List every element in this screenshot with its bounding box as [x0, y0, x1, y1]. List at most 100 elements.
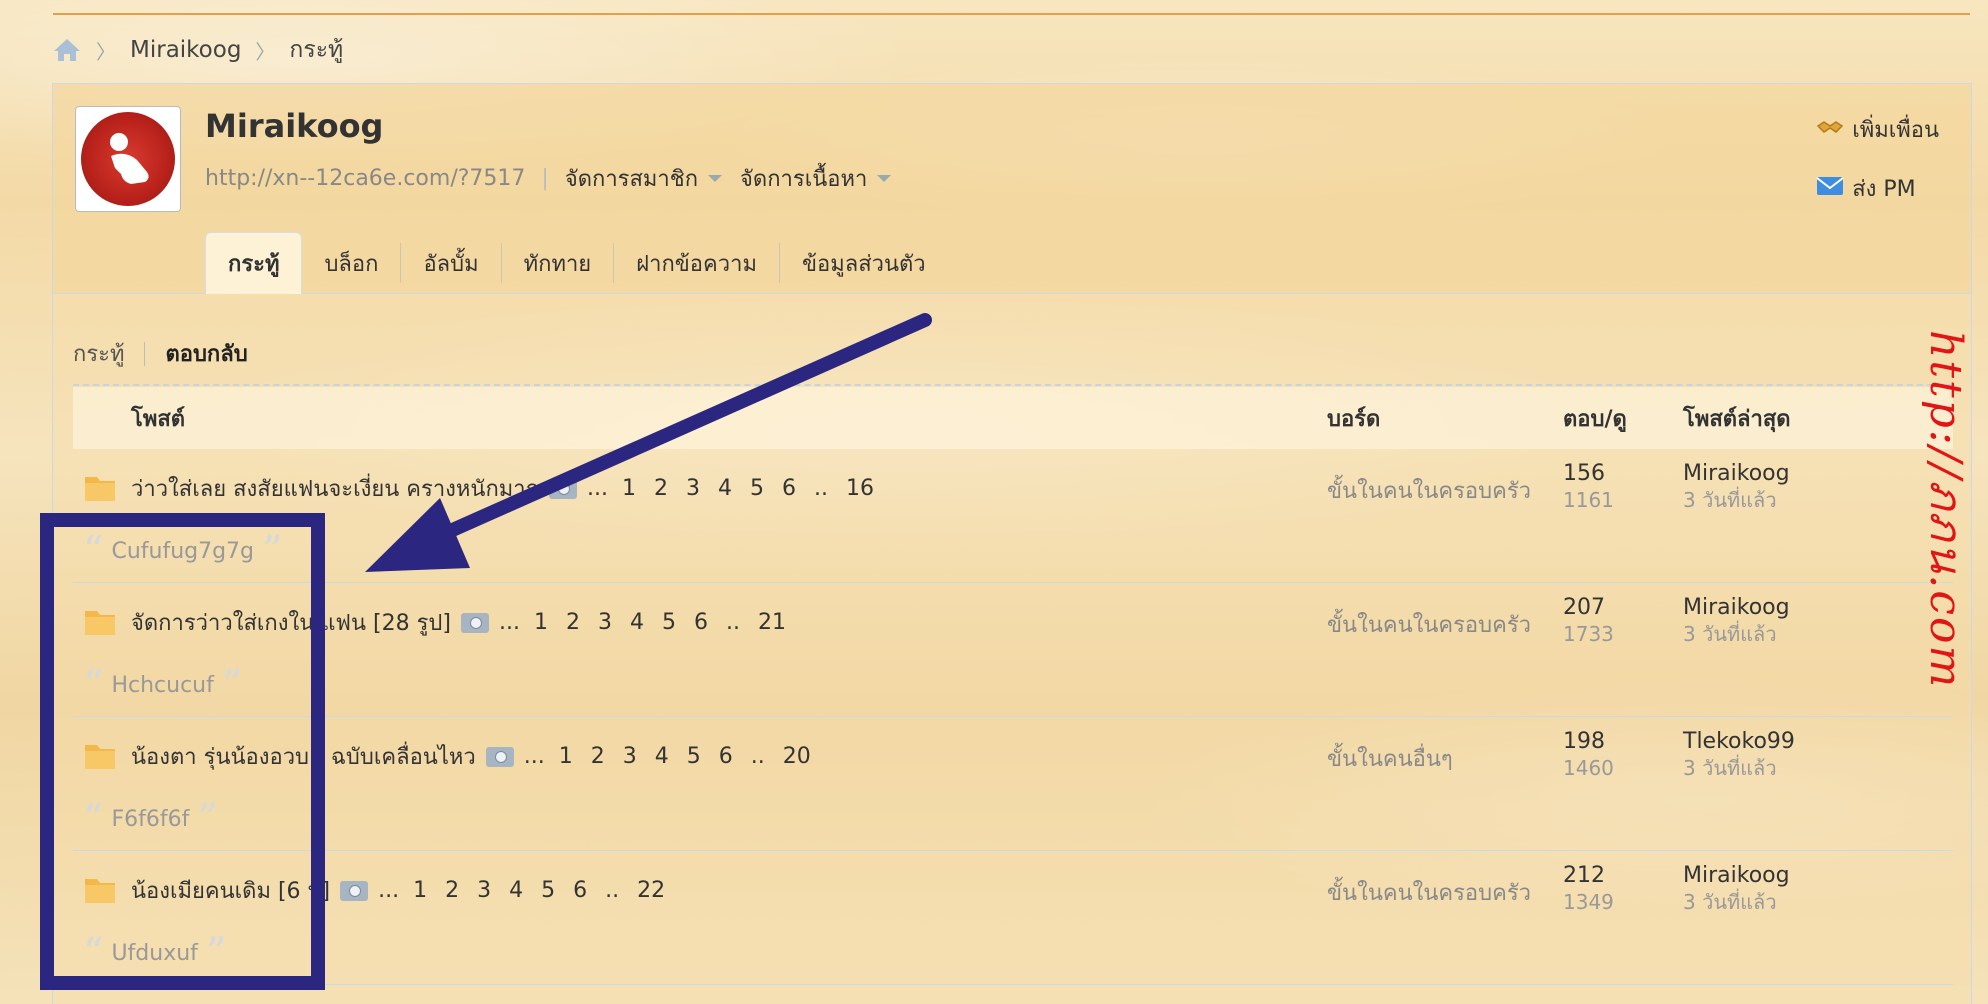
page-link[interactable]: 6 — [694, 610, 708, 635]
pagination: 1 2 3 4 5 6 .. 21 — [534, 610, 786, 635]
page-link-last[interactable]: 16 — [846, 476, 874, 501]
annotation-highlight-box — [40, 513, 325, 990]
header-board: บอร์ด — [1327, 406, 1381, 432]
page-link-last[interactable]: 20 — [783, 744, 811, 769]
reply-view-stats: 198 1460 — [1563, 729, 1614, 781]
breadcrumb-current[interactable]: กระทู้ — [289, 32, 343, 68]
page-link[interactable]: 1 — [559, 744, 573, 769]
last-post: Miraikoog 3 วันที่แล้ว — [1683, 595, 1790, 647]
folder-icon — [83, 471, 117, 503]
page-link[interactable]: 3 — [686, 476, 700, 501]
reply-count: 198 — [1563, 729, 1605, 754]
page-ellipsis: ... — [523, 744, 545, 769]
page-ellipsis: .. — [813, 476, 828, 501]
handshake-icon — [1816, 116, 1844, 144]
view-count: 1733 — [1563, 622, 1614, 646]
tab-greeting[interactable]: ทักทาย — [502, 232, 614, 294]
camera-icon — [460, 612, 489, 633]
last-post-time[interactable]: 3 วันที่แล้ว — [1683, 889, 1790, 915]
avatar[interactable] — [75, 106, 181, 212]
breadcrumb-separator-icon: 〉 — [255, 39, 276, 64]
page-link-last[interactable]: 22 — [637, 878, 665, 903]
page-ellipsis: ... — [586, 476, 608, 501]
breadcrumb-user-link[interactable]: Miraikoog — [130, 37, 241, 63]
board-link[interactable]: ขั้นในคนในครอบครัว — [1327, 473, 1531, 508]
page-link[interactable]: 2 — [445, 878, 459, 903]
add-friend-label: เพิ่มเพื่อน — [1852, 118, 1939, 143]
page-link[interactable]: 3 — [623, 744, 637, 769]
table-row: จัดการว่าวใส่เกงใน แฟน [28 รูป] ... 1 2 … — [73, 583, 1953, 717]
topic-title-link[interactable]: ว่าวใส่เลย สงสัยแฟนจะเงี่ยน ครางหนักมาก — [131, 471, 539, 506]
page-link[interactable]: 1 — [622, 476, 636, 501]
add-friend-button[interactable]: เพิ่มเพื่อน — [1816, 112, 1939, 147]
page-link[interactable]: 1 — [413, 878, 427, 903]
page-link[interactable]: 5 — [662, 610, 676, 635]
header-reply-view: ตอบ/ดู — [1563, 406, 1627, 432]
manage-member-label: จัดการสมาชิก — [564, 167, 699, 192]
topic-row: ว่าวใส่เลย สงสัยแฟนจะเงี่ยน ครางหนักมาก … — [131, 471, 874, 506]
page-link[interactable]: 5 — [541, 878, 555, 903]
subtab-replies[interactable]: ตอบกลับ — [165, 336, 247, 371]
dashed-divider — [73, 384, 1953, 386]
reply-view-stats: 156 1161 — [1563, 461, 1614, 513]
send-pm-button[interactable]: ส่ง PM — [1816, 171, 1939, 206]
page-link[interactable]: 3 — [598, 610, 612, 635]
last-post-time[interactable]: 3 วันที่แล้ว — [1683, 755, 1795, 781]
subtab-topics[interactable]: กระทู้ — [73, 336, 124, 371]
page-link[interactable]: 5 — [687, 744, 701, 769]
page-ellipsis: .. — [605, 878, 620, 903]
profile-actions: เพิ่มเพื่อน ส่ง PM — [1816, 112, 1939, 206]
page-ellipsis: ... — [378, 878, 400, 903]
last-post-user[interactable]: Tlekoko99 — [1683, 729, 1795, 755]
tab-topics[interactable]: กระทู้ — [205, 232, 303, 294]
page-ellipsis: .. — [750, 744, 765, 769]
top-divider — [53, 13, 1970, 15]
last-post-time[interactable]: 3 วันที่แล้ว — [1683, 621, 1790, 647]
page-link[interactable]: 6 — [719, 744, 733, 769]
meta-divider: | — [541, 166, 549, 191]
page-link[interactable]: 2 — [566, 610, 580, 635]
page-link[interactable]: 4 — [509, 878, 523, 903]
page-ellipsis: .. — [725, 610, 740, 635]
chevron-down-icon — [877, 175, 892, 182]
last-post-user[interactable]: Miraikoog — [1683, 461, 1790, 487]
page-link[interactable]: 2 — [591, 744, 605, 769]
page-link[interactable]: 3 — [477, 878, 491, 903]
page-link[interactable]: 4 — [655, 744, 669, 769]
board-link[interactable]: ขั้นในคนในครอบครัว — [1327, 875, 1531, 910]
board-link[interactable]: ขั้นในคนในครอบครัว — [1327, 607, 1531, 642]
manage-member-menu[interactable]: จัดการสมาชิก — [564, 161, 723, 196]
home-icon[interactable] — [52, 37, 82, 63]
manage-content-menu[interactable]: จัดการเนื้อหา — [740, 161, 892, 196]
last-post-user[interactable]: Miraikoog — [1683, 595, 1790, 621]
profile-panel: Miraikoog http://xn--12ca6e.com/?7517 | … — [52, 83, 1972, 1004]
board-link[interactable]: ขั้นในคนอื่นๆ — [1327, 741, 1453, 776]
tab-blog[interactable]: บล็อก — [302, 232, 400, 294]
profile-meta: http://xn--12ca6e.com/?7517 | จัดการสมาช… — [205, 161, 909, 196]
send-pm-label: ส่ง PM — [1852, 177, 1916, 202]
manage-content-label: จัดการเนื้อหา — [740, 167, 868, 192]
tab-album[interactable]: อัลบั้ม — [401, 232, 500, 294]
page-link[interactable]: 6 — [573, 878, 587, 903]
last-post-user[interactable]: Miraikoog — [1683, 863, 1790, 889]
page-link[interactable]: 5 — [750, 476, 764, 501]
tab-profile-info[interactable]: ข้อมูลส่วนตัว — [780, 232, 948, 294]
view-count: 1349 — [1563, 890, 1614, 914]
page-link-last[interactable]: 21 — [758, 610, 786, 635]
page-link[interactable]: 6 — [782, 476, 796, 501]
camera-icon — [340, 880, 369, 901]
envelope-icon — [1816, 175, 1844, 203]
page-link[interactable]: 1 — [534, 610, 548, 635]
page-link[interactable]: 4 — [718, 476, 732, 501]
breadcrumb: 〉 Miraikoog 〉 กระทู้ — [52, 34, 343, 66]
reply-view-stats: 207 1733 — [1563, 595, 1614, 647]
reply-count: 156 — [1563, 461, 1605, 486]
tab-message[interactable]: ฝากข้อความ — [614, 232, 779, 294]
page-link[interactable]: 4 — [630, 610, 644, 635]
profile-url[interactable]: http://xn--12ca6e.com/?7517 — [205, 166, 525, 191]
table-row: น้องเมียคนเดิม [6 ป] ... 1 2 3 4 5 6 .. … — [73, 851, 1953, 985]
page-link[interactable]: 2 — [654, 476, 668, 501]
last-post-time[interactable]: 3 วันที่แล้ว — [1683, 487, 1790, 513]
header-post: โพสต์ — [131, 406, 186, 432]
profile-username: Miraikoog — [205, 107, 384, 145]
